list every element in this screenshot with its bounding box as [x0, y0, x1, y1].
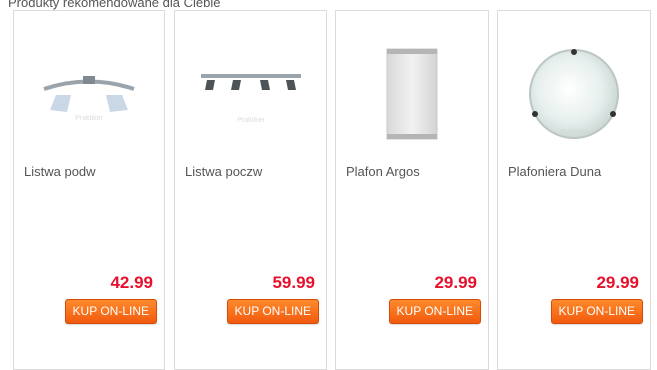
product-image[interactable]: Praktiker	[498, 39, 650, 149]
buy-online-button[interactable]: KUP ON-LINE	[388, 299, 481, 324]
product-image[interactable]: Praktiker	[14, 39, 164, 149]
buy-online-button[interactable]: KUP ON-LINE	[64, 299, 157, 324]
product-card[interactable]: Plafon Argos 29.99 KUP ON-LINE	[335, 10, 489, 370]
watermark-text: Praktiker	[237, 117, 265, 124]
product-name[interactable]: Listwa poczw	[185, 164, 262, 179]
section-heading: Produkty rekomendowane dla Ciebie	[8, 0, 221, 10]
watermark-text: Praktiker	[75, 115, 103, 122]
product-image[interactable]	[336, 39, 488, 149]
ceiling-spotlight-four-icon: Praktiker	[201, 74, 301, 124]
product-price: 29.99	[596, 273, 639, 292]
product-card[interactable]: Praktiker Plafoniera Duna 29.99 KUP ON-L…	[497, 10, 651, 370]
product-price: 42.99	[110, 273, 153, 292]
product-name[interactable]: Plafon Argos	[346, 164, 420, 179]
product-card[interactable]: Praktiker Listwa poczw 59.99 KUP ON-LINE	[174, 10, 327, 370]
watermark-text: Praktiker	[560, 129, 588, 136]
ceiling-spotlight-two-icon: Praktiker	[43, 76, 135, 122]
round-ceiling-lamp-icon: Praktiker	[529, 49, 619, 139]
wall-lamp-icon	[386, 48, 438, 140]
product-image[interactable]: Praktiker	[175, 39, 326, 149]
product-name[interactable]: Listwa podw	[24, 164, 96, 179]
buy-online-button[interactable]: KUP ON-LINE	[226, 299, 319, 324]
product-card[interactable]: Praktiker Listwa podw 42.99 KUP ON-LINE	[13, 10, 165, 370]
product-name[interactable]: Plafoniera Duna	[508, 164, 601, 179]
buy-online-button[interactable]: KUP ON-LINE	[550, 299, 643, 324]
product-price: 59.99	[272, 273, 315, 292]
product-price: 29.99	[434, 273, 477, 292]
